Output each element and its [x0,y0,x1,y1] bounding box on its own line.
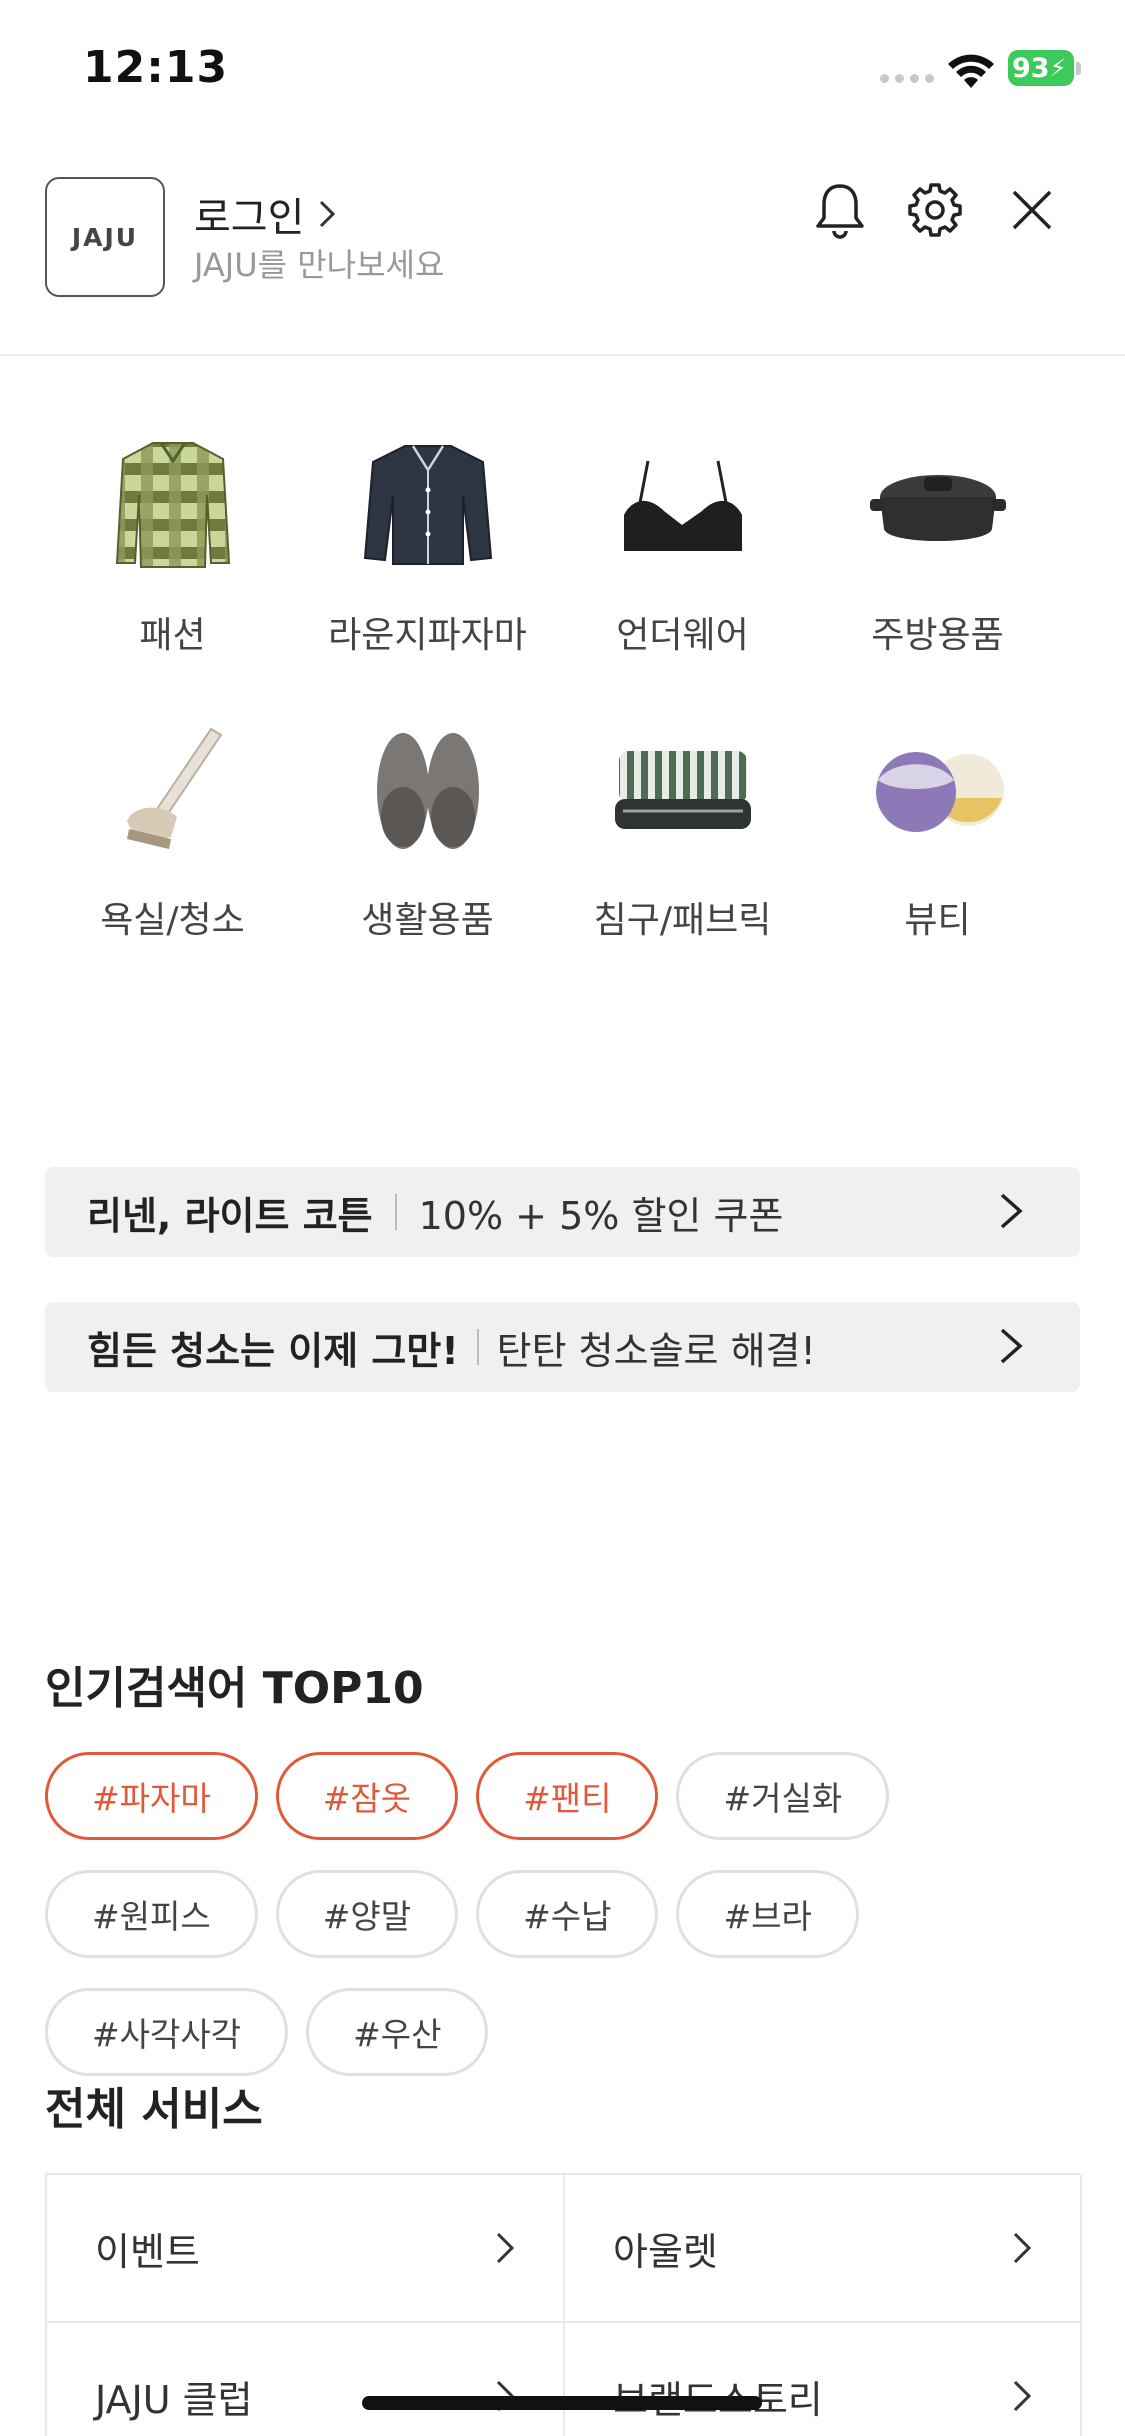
category-label: 언더웨어 [616,615,749,656]
search-tag[interactable]: #우산 [306,1988,489,2076]
category-living[interactable]: 생활용품 [300,705,555,950]
category-label: 주방용품 [871,615,1004,656]
bath-bomb-icon [853,705,1023,875]
service-event[interactable]: 이벤트 [47,2175,565,2323]
service-jaju-club[interactable]: JAJU 클럽 [47,2323,565,2436]
chevron-right-icon [1000,1193,1023,1229]
search-tag[interactable]: #사각사각 [45,1988,289,2076]
login-label: 로그인 [194,195,305,241]
category-fashion[interactable]: 패션 [45,420,300,665]
banner-divider [476,1329,479,1365]
blanket-icon [598,705,768,875]
search-tag[interactable]: #팬티 [476,1752,659,1840]
brush-icon [88,705,258,875]
category-beauty[interactable]: 뷰티 [810,705,1065,950]
popular-search-title: 인기검색어 TOP10 [45,1663,424,1714]
promo-banner-cleaning[interactable]: 힘든 청소는 이제 그만! 탄탄 청소솔로 해결! [45,1302,1080,1392]
status-bar: 12:13 93 ⚡ [0,0,1125,140]
banner-subtitle: 10% + 5% 할인 쿠폰 [418,1193,784,1238]
brand-logo: JAJU [45,177,165,297]
brand-logo-text: JAJU [71,222,139,252]
cellular-signal-icon [880,74,934,83]
category-underwear[interactable]: 언더웨어 [555,420,810,665]
login-link[interactable]: 로그인 [194,185,336,243]
category-label: 패션 [139,615,206,656]
wifi-icon [948,54,994,88]
category-label: 침구/패브릭 [593,900,772,941]
search-tag[interactable]: #수납 [476,1870,659,1958]
all-services-title: 전체 서비스 [45,2084,263,2135]
category-bath-cleaning[interactable]: 욕실/청소 [45,705,300,950]
service-label: JAJU 클럽 [95,2377,253,2422]
popular-search-tags: #파자마 #잠옷 #팬티 #거실화 #원피스 #양말 #수납 #브라 #사각사각… [45,1752,1085,2076]
home-indicator[interactable] [362,2396,762,2410]
bell-icon[interactable] [810,180,870,240]
chevron-right-icon [1013,2380,1032,2412]
chevron-right-icon [1000,1328,1023,1364]
gear-icon[interactable] [905,180,965,240]
service-label: 이벤트 [95,2229,200,2274]
promo-banner-linen[interactable]: 리넨, 라이트 코튼 10% + 5% 할인 쿠폰 [45,1167,1080,1257]
service-label: 아울렛 [613,2229,718,2274]
category-label: 욕실/청소 [100,900,245,941]
banner-subtitle: 탄탄 청소솔로 해결! [496,1328,816,1373]
service-outlet[interactable]: 아울렛 [565,2175,1082,2323]
category-label: 뷰티 [904,900,971,941]
category-kitchen[interactable]: 주방용품 [810,420,1065,665]
banner-title: 힘든 청소는 이제 그만! [87,1328,459,1373]
search-tag[interactable]: #파자마 [45,1752,258,1840]
bra-icon [598,420,768,590]
battery-level: 93 [1012,52,1050,84]
search-tag[interactable]: #잠옷 [275,1752,459,1840]
banner-divider [394,1194,397,1230]
slippers-icon [343,705,513,875]
pajama-icon [343,420,513,590]
category-bedding-fabric[interactable]: 침구/패브릭 [555,705,810,950]
category-grid: 패션 라운지파자마 언더웨어 주방용품 욕실/청소 생활용품 침구/패브릭 뷰티 [45,420,1080,950]
battery-nub [1076,62,1081,75]
chevron-right-icon [320,200,336,228]
account-header: JAJU 로그인 JAJU를 만나보세요 [0,140,1125,356]
plaid-shirt-icon [88,420,258,590]
category-label: 라운지파자마 [328,615,527,656]
close-icon[interactable] [1002,180,1062,240]
search-tag[interactable]: #양말 [275,1870,459,1958]
chevron-right-icon [1013,2232,1032,2264]
status-time: 12:13 [83,42,229,93]
category-lounge-pajama[interactable]: 라운지파자마 [300,420,555,665]
search-tag[interactable]: #브라 [676,1870,859,1958]
category-label: 생활용품 [361,900,494,941]
battery-icon: 93 ⚡ [1008,50,1074,86]
pot-icon [853,420,1023,590]
login-subtitle: JAJU를 만나보세요 [194,246,445,284]
chevron-right-icon [496,2232,515,2264]
search-tag[interactable]: #거실화 [676,1752,890,1840]
banner-title: 리넨, 라이트 코튼 [87,1193,373,1238]
service-brand-story[interactable]: 브랜드스토리 [565,2323,1082,2436]
search-tag[interactable]: #원피스 [45,1870,258,1958]
